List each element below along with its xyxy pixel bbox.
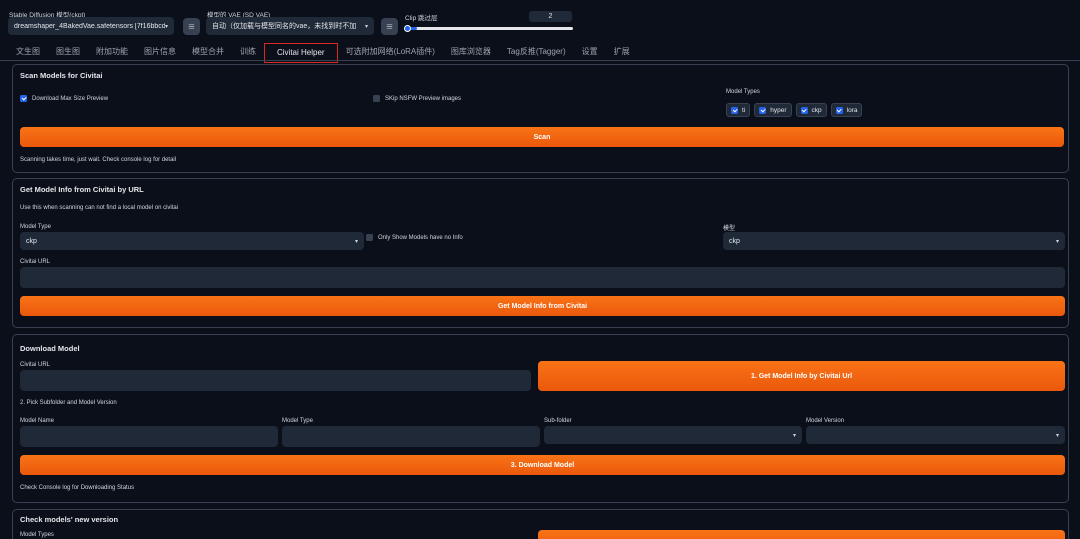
download-note: Check Console log for Downloading Status — [20, 485, 135, 491]
get-model-info-button[interactable]: Get Model Info from Civitai — [20, 296, 1065, 316]
vae-value: 自动（仅加载与模型同名的vae，未找到时不加 — [212, 23, 357, 30]
clip-label: Clip 跳过层 — [405, 15, 438, 22]
checkbox-unchecked-icon — [366, 234, 373, 241]
clip-slider-track[interactable] — [405, 27, 573, 30]
type-label: ti — [742, 106, 746, 114]
chevron-down-icon: ▾ — [792, 432, 796, 439]
chevron-down-icon: ▾ — [164, 23, 168, 30]
model-version-dropdown[interactable]: ▾ — [806, 426, 1065, 444]
dl-model-type-input[interactable] — [282, 426, 540, 447]
check-version-panel: Check models' new version Model Types — [12, 509, 1069, 539]
checkbox-checked-icon — [20, 95, 27, 102]
skip-nsfw-checkbox[interactable]: SKip NSFW Preview images — [373, 95, 461, 102]
type-label: ckp — [811, 106, 822, 114]
refresh-icon — [188, 24, 195, 29]
download-max-label: Download Max Size Preview — [32, 95, 109, 102]
tab-settings[interactable]: 设置 — [574, 44, 606, 60]
subfolder-dropdown[interactable]: ▾ — [544, 426, 802, 444]
ckpt-dropdown[interactable]: dreamshaper_4BakedVae.safetensors [7f16b… — [8, 17, 174, 35]
civitai-url-label: Civitai URL — [20, 259, 51, 265]
checkbox-unchecked-icon — [373, 95, 380, 102]
check-title: Check models' new version — [20, 515, 119, 524]
tab-tagger[interactable]: Tag反推(Tagger) — [499, 44, 574, 60]
type-label: lora — [846, 106, 858, 114]
model-name-label: Model Name — [20, 418, 55, 424]
download-url-label: Civitai URL — [20, 362, 51, 368]
download-url-input[interactable] — [20, 370, 531, 391]
step2-label: 2. Pick Subfolder and Model Version — [20, 400, 117, 406]
model-types-group: ti hyper ckp lora — [726, 103, 863, 117]
tab-extensions[interactable]: 扩展 — [606, 44, 638, 60]
type-lora-checkbox[interactable]: lora — [830, 103, 863, 117]
model-label: 模型 — [723, 226, 736, 232]
get-info-panel: Get Model Info from Civitai by URL Use t… — [12, 178, 1069, 328]
check-model-types-label: Model Types — [20, 532, 54, 538]
check-new-version-button[interactable] — [538, 530, 1065, 539]
tab-png-info[interactable]: 图片信息 — [136, 44, 184, 60]
scan-note: Scanning takes time, just wait. Check co… — [20, 157, 177, 163]
subfolder-label: Sub-folder — [544, 418, 572, 424]
clip-slider-handle[interactable] — [404, 25, 411, 32]
model-dropdown[interactable]: ckp ▾ — [723, 232, 1065, 250]
tab-image-browser[interactable]: 图库浏览器 — [443, 44, 499, 60]
scan-button[interactable]: Scan — [20, 127, 1064, 147]
type-ti-checkbox[interactable]: ti — [726, 103, 751, 117]
refresh-ckpt-button[interactable] — [183, 18, 200, 35]
chevron-down-icon: ▾ — [364, 23, 368, 30]
chevron-down-icon: ▾ — [1055, 432, 1059, 439]
download-max-checkbox[interactable]: Download Max Size Preview — [20, 95, 108, 102]
download-model-button[interactable]: 3. Download Model — [20, 455, 1065, 475]
model-type-label: Model Type — [20, 224, 51, 230]
only-show-label: Only Show Models have no Info — [378, 234, 463, 241]
tab-train[interactable]: 训练 — [232, 44, 264, 60]
model-version-label: Model Version — [806, 418, 845, 424]
refresh-icon — [386, 24, 393, 29]
checkbox-checked-icon — [731, 106, 738, 114]
chevron-down-icon: ▾ — [354, 238, 358, 245]
tab-additional-networks[interactable]: 可选附加网络(LoRA插件) — [338, 44, 443, 60]
scan-panel: Scan Models for Civitai Download Max Siz… — [12, 64, 1069, 173]
type-hyper-checkbox[interactable]: hyper — [754, 103, 792, 117]
get-info-by-url-button[interactable]: 1. Get Model Info by Civitai Url — [538, 361, 1065, 391]
get-info-title: Get Model Info from Civitai by URL — [20, 185, 144, 194]
model-value: ckp — [729, 237, 740, 245]
get-info-desc: Use this when scanning can not find a lo… — [20, 205, 179, 211]
ckpt-value: dreamshaper_4BakedVae.safetensors [7f16b… — [14, 22, 165, 30]
civitai-url-input[interactable] — [20, 267, 1065, 288]
download-title: Download Model — [20, 344, 80, 353]
type-ckp-checkbox[interactable]: ckp — [795, 103, 827, 117]
model-type-dropdown[interactable]: ckp ▾ — [20, 232, 364, 250]
clip-number-input[interactable]: 2 — [529, 11, 572, 22]
checkbox-checked-icon — [835, 106, 843, 114]
refresh-vae-button[interactable] — [381, 18, 398, 35]
tab-merge[interactable]: 模型合并 — [184, 44, 232, 60]
vae-dropdown[interactable]: 自动（仅加载与模型同名的vae，未找到时不加 ▾ — [206, 17, 374, 35]
tab-bar: 文生图 图生图 附加功能 图片信息 模型合并 训练 Civitai Helper… — [8, 42, 638, 63]
model-type-value: ckp — [26, 237, 37, 245]
only-show-no-info-checkbox[interactable]: Only Show Models have no Info — [366, 234, 463, 241]
scan-title: Scan Models for Civitai — [20, 71, 103, 80]
tab-extras[interactable]: 附加功能 — [88, 44, 136, 60]
type-label: hyper — [770, 106, 787, 114]
chevron-down-icon: ▾ — [1055, 238, 1059, 245]
model-types-label: Model Types — [726, 89, 760, 95]
dl-model-type-label: Model Type — [282, 418, 313, 424]
tab-img2img[interactable]: 图生图 — [48, 44, 88, 60]
download-panel: Download Model Civitai URL 1. Get Model … — [12, 334, 1069, 503]
tab-divider — [0, 60, 1080, 61]
tab-txt2img[interactable]: 文生图 — [8, 44, 48, 60]
checkbox-checked-icon — [800, 106, 808, 114]
checkbox-checked-icon — [759, 106, 767, 114]
skip-nsfw-label: SKip NSFW Preview images — [385, 95, 462, 102]
model-name-input[interactable] — [20, 426, 278, 447]
